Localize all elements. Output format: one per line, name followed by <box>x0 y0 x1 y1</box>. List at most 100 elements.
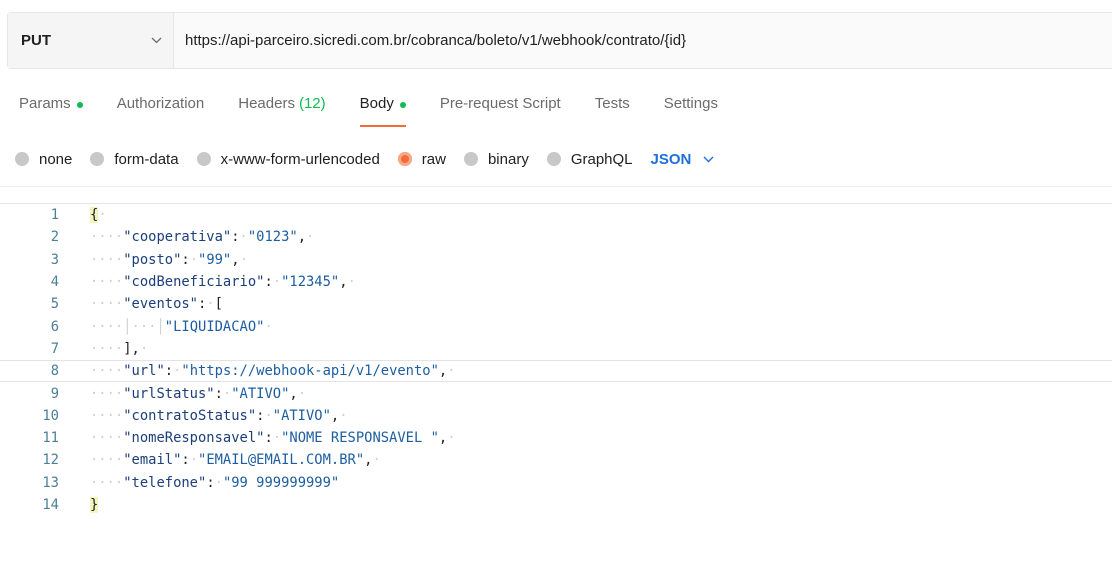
line-number: 11 <box>42 430 59 447</box>
json-value: "99 999999999" <box>222 474 340 491</box>
body-format-select[interactable]: JSON <box>651 151 715 168</box>
tab-label: Headers <box>238 95 295 112</box>
line-number: 10 <box>42 407 59 424</box>
body-type-binary[interactable]: binary <box>463 150 529 168</box>
json-key: "urlStatus" <box>123 385 215 402</box>
body-type-x-www-form-urlencoded[interactable]: x-www-form-urlencoded <box>196 151 380 168</box>
request-tabs: Params Authorization Headers (12) Body P… <box>19 92 752 132</box>
code-content: } <box>90 497 99 513</box>
code-line: 13 ····"telefone":·"99 999999999" <box>0 472 1112 494</box>
json-value: "NOME RESPONSAVEL " <box>281 430 439 447</box>
tab-label: Settings <box>663 95 718 112</box>
code-content: ····"cooperativa":·"0123",· <box>90 229 315 246</box>
code-line: 2 ····"cooperativa":·"0123",· <box>0 226 1112 248</box>
line-number: 7 <box>50 340 59 357</box>
code-content: {· <box>90 207 107 224</box>
json-value: "99" <box>198 251 232 268</box>
json-key: "nomeResponsavel" <box>123 430 265 447</box>
radio-selected-icon <box>397 152 412 166</box>
body-type-raw[interactable]: raw <box>397 151 446 168</box>
json-key: "telefone" <box>123 474 207 491</box>
code-line: 10 ····"contratoStatus":·"ATIVO",· <box>0 405 1112 427</box>
code-line: 1 {· <box>0 204 1112 226</box>
radio-icon <box>463 152 478 166</box>
radio-icon <box>90 152 105 166</box>
line-number: 8 <box>50 363 59 380</box>
code-line: 12 ····"email":·"EMAIL@EMAIL.COM.BR",· <box>0 449 1112 471</box>
chevron-down-icon <box>703 156 714 163</box>
tab-label: Authorization <box>116 95 205 112</box>
line-number: 14 <box>42 497 59 513</box>
radio-icon <box>546 152 561 166</box>
body-type-selector: none form-data x-www-form-urlencoded raw… <box>15 147 714 171</box>
code-line-active: 8 ····"url":·"https://webhook-api/v1/eve… <box>0 360 1112 383</box>
code-line: 14 } <box>0 494 1112 516</box>
radio-icon <box>15 152 29 166</box>
json-value: "EMAIL@EMAIL.COM.BR" <box>198 452 365 469</box>
tab-headers[interactable]: Headers (12) <box>238 92 325 132</box>
line-number: 6 <box>50 318 59 335</box>
section-divider <box>0 186 1112 187</box>
json-value: "ATIVO" <box>231 385 290 402</box>
radio-label: form-data <box>114 150 179 168</box>
chevron-down-icon <box>139 37 173 44</box>
body-format-label: JSON <box>650 150 692 168</box>
tab-body[interactable]: Body <box>359 92 407 132</box>
json-value: "LIQUIDACAO" <box>164 318 265 335</box>
code-content: ····"email":·"EMAIL@EMAIL.COM.BR",· <box>90 452 381 469</box>
code-line: 4 ····"codBeneficiario":·"12345",· <box>0 271 1112 293</box>
json-key: "codBeneficiario" <box>123 274 265 291</box>
request-url-bar: PUT https://api-parceiro.sicredi.com.br/… <box>7 12 1112 69</box>
json-value: "0123" <box>247 229 298 246</box>
json-key: "contratoStatus" <box>123 407 257 424</box>
json-value: "https://webhook-api/v1/evento" <box>181 363 439 380</box>
tab-authorization[interactable]: Authorization <box>117 92 205 132</box>
json-key: "email" <box>123 452 182 469</box>
method-label: PUT <box>21 32 51 49</box>
line-number: 1 <box>50 207 59 224</box>
tab-pre-request-script[interactable]: Pre-request Script <box>440 92 561 132</box>
json-key: "cooperativa" <box>123 229 232 246</box>
code-line: 7 ····],· <box>0 338 1112 360</box>
code-content: ····│···│"LIQUIDACAO"· <box>90 318 273 335</box>
json-key: "posto" <box>123 251 182 268</box>
code-editor[interactable]: 1 {· 2 ····"cooperativa":·"0123",· 3 ···… <box>0 203 1112 569</box>
body-type-form-data[interactable]: form-data <box>90 150 179 168</box>
radio-label: GraphQL <box>570 150 633 168</box>
radio-label: binary <box>487 150 529 168</box>
code-content: ····"urlStatus":·"ATIVO",· <box>90 385 307 402</box>
url-input[interactable]: https://api-parceiro.sicredi.com.br/cobr… <box>174 13 1112 68</box>
radio-label: none <box>39 150 73 168</box>
code-line: 5 ····"eventos":·[ <box>0 293 1112 315</box>
json-key: "eventos" <box>123 296 198 313</box>
json-value: "12345" <box>281 274 340 291</box>
line-number: 2 <box>50 229 59 246</box>
body-type-graphql[interactable]: GraphQL <box>546 150 633 168</box>
code-line: 6 ····│···│"LIQUIDACAO"· <box>0 315 1112 337</box>
tab-label: Tests <box>594 95 630 112</box>
code-content: ····"telefone":·"99 999999999" <box>90 474 340 491</box>
code-line: 9 ····"urlStatus":·"ATIVO",· <box>0 382 1112 404</box>
tab-settings[interactable]: Settings <box>664 92 718 132</box>
modified-dot-icon <box>399 102 406 108</box>
radio-icon <box>196 152 211 166</box>
line-number: 4 <box>50 274 59 291</box>
code-content: ····],· <box>90 340 149 357</box>
tab-label: Params <box>19 95 71 112</box>
method-select[interactable]: PUT <box>8 13 174 68</box>
code-content: ····"eventos":·[ <box>90 296 223 313</box>
tab-count: (12) <box>298 95 326 112</box>
json-value: "ATIVO" <box>272 407 331 424</box>
code-line: 3 ····"posto":·"99",· <box>0 249 1112 271</box>
code-line: 11 ····"nomeResponsavel":·"NOME RESPONSA… <box>0 427 1112 449</box>
modified-dot-icon <box>76 102 83 108</box>
tab-label: Body <box>359 95 394 112</box>
body-type-none[interactable]: none <box>15 151 72 168</box>
line-number: 9 <box>50 385 59 402</box>
tab-label: Pre-request Script <box>439 95 561 112</box>
tab-tests[interactable]: Tests <box>595 92 630 132</box>
line-number: 12 <box>42 452 59 469</box>
code-content: ····"nomeResponsavel":·"NOME RESPONSAVEL… <box>90 430 456 447</box>
code-content: ····"url":·"https://webhook-api/v1/event… <box>90 363 456 380</box>
tab-params[interactable]: Params <box>19 92 83 132</box>
